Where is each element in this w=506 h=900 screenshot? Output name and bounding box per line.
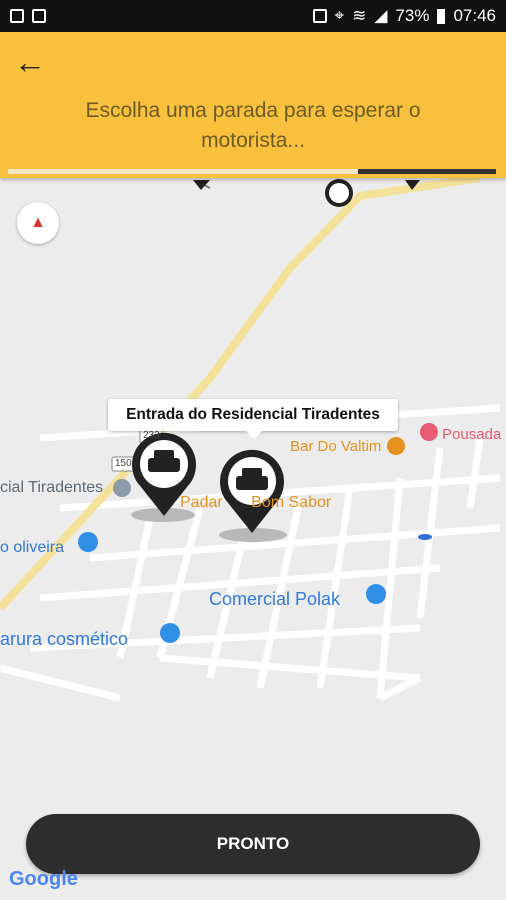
google-logo-text: Google [9, 868, 78, 890]
google-logo: Google [9, 868, 78, 891]
page-prompt: Escolha uma parada para esperar o motori… [85, 99, 421, 152]
progress-fill [8, 169, 358, 174]
road-shield-233: 233 [143, 430, 160, 441]
back-arrow-icon[interactable]: ← [14, 46, 46, 78]
progress-end [358, 169, 496, 174]
stop-callout[interactable]: Entrada do Residencial Tiradentes [108, 399, 398, 439]
place-label-padaria-part1: Padar [180, 494, 223, 511]
clock: 07:46 [453, 6, 496, 25]
place-label-tiradentes[interactable]: cial Tiradentes [0, 479, 103, 497]
pronto-button[interactable]: PRONTO [26, 814, 480, 874]
road-shield-150: 150 [115, 458, 132, 469]
place-label-padaria-part2: Bom Sabor [251, 494, 332, 511]
signal-icon: ◢ [374, 6, 388, 25]
place-label-cosmetico[interactable]: arura cosmético [0, 629, 128, 650]
battery-percent: 73% [395, 6, 430, 25]
place-label-pousada[interactable]: Pousada d [442, 426, 506, 443]
status-bar: ⌖ ≋ ◢ 73% 07:46 [0, 0, 506, 32]
map[interactable] [0, 178, 506, 900]
compass-icon: ▲ [30, 214, 46, 231]
place-label-bar[interactable]: Bar Do Valtim [290, 438, 381, 455]
place-label-polak[interactable]: Comercial Polak [209, 589, 340, 610]
place-label-padaria[interactable]: Padar Bom Sabor [180, 494, 331, 512]
header: ← Escolha uma parada para esperar o moto… [0, 32, 506, 178]
app-icon [32, 9, 46, 23]
wifi-icon: ≋ [352, 6, 367, 25]
compass-button[interactable]: ▲ [17, 202, 59, 244]
place-label-oliveira[interactable]: o oliveira [0, 539, 64, 557]
battery-icon [437, 8, 446, 24]
lock-icon [312, 9, 327, 23]
gallery-icon [10, 9, 24, 23]
location-icon: ⌖ [334, 6, 345, 25]
